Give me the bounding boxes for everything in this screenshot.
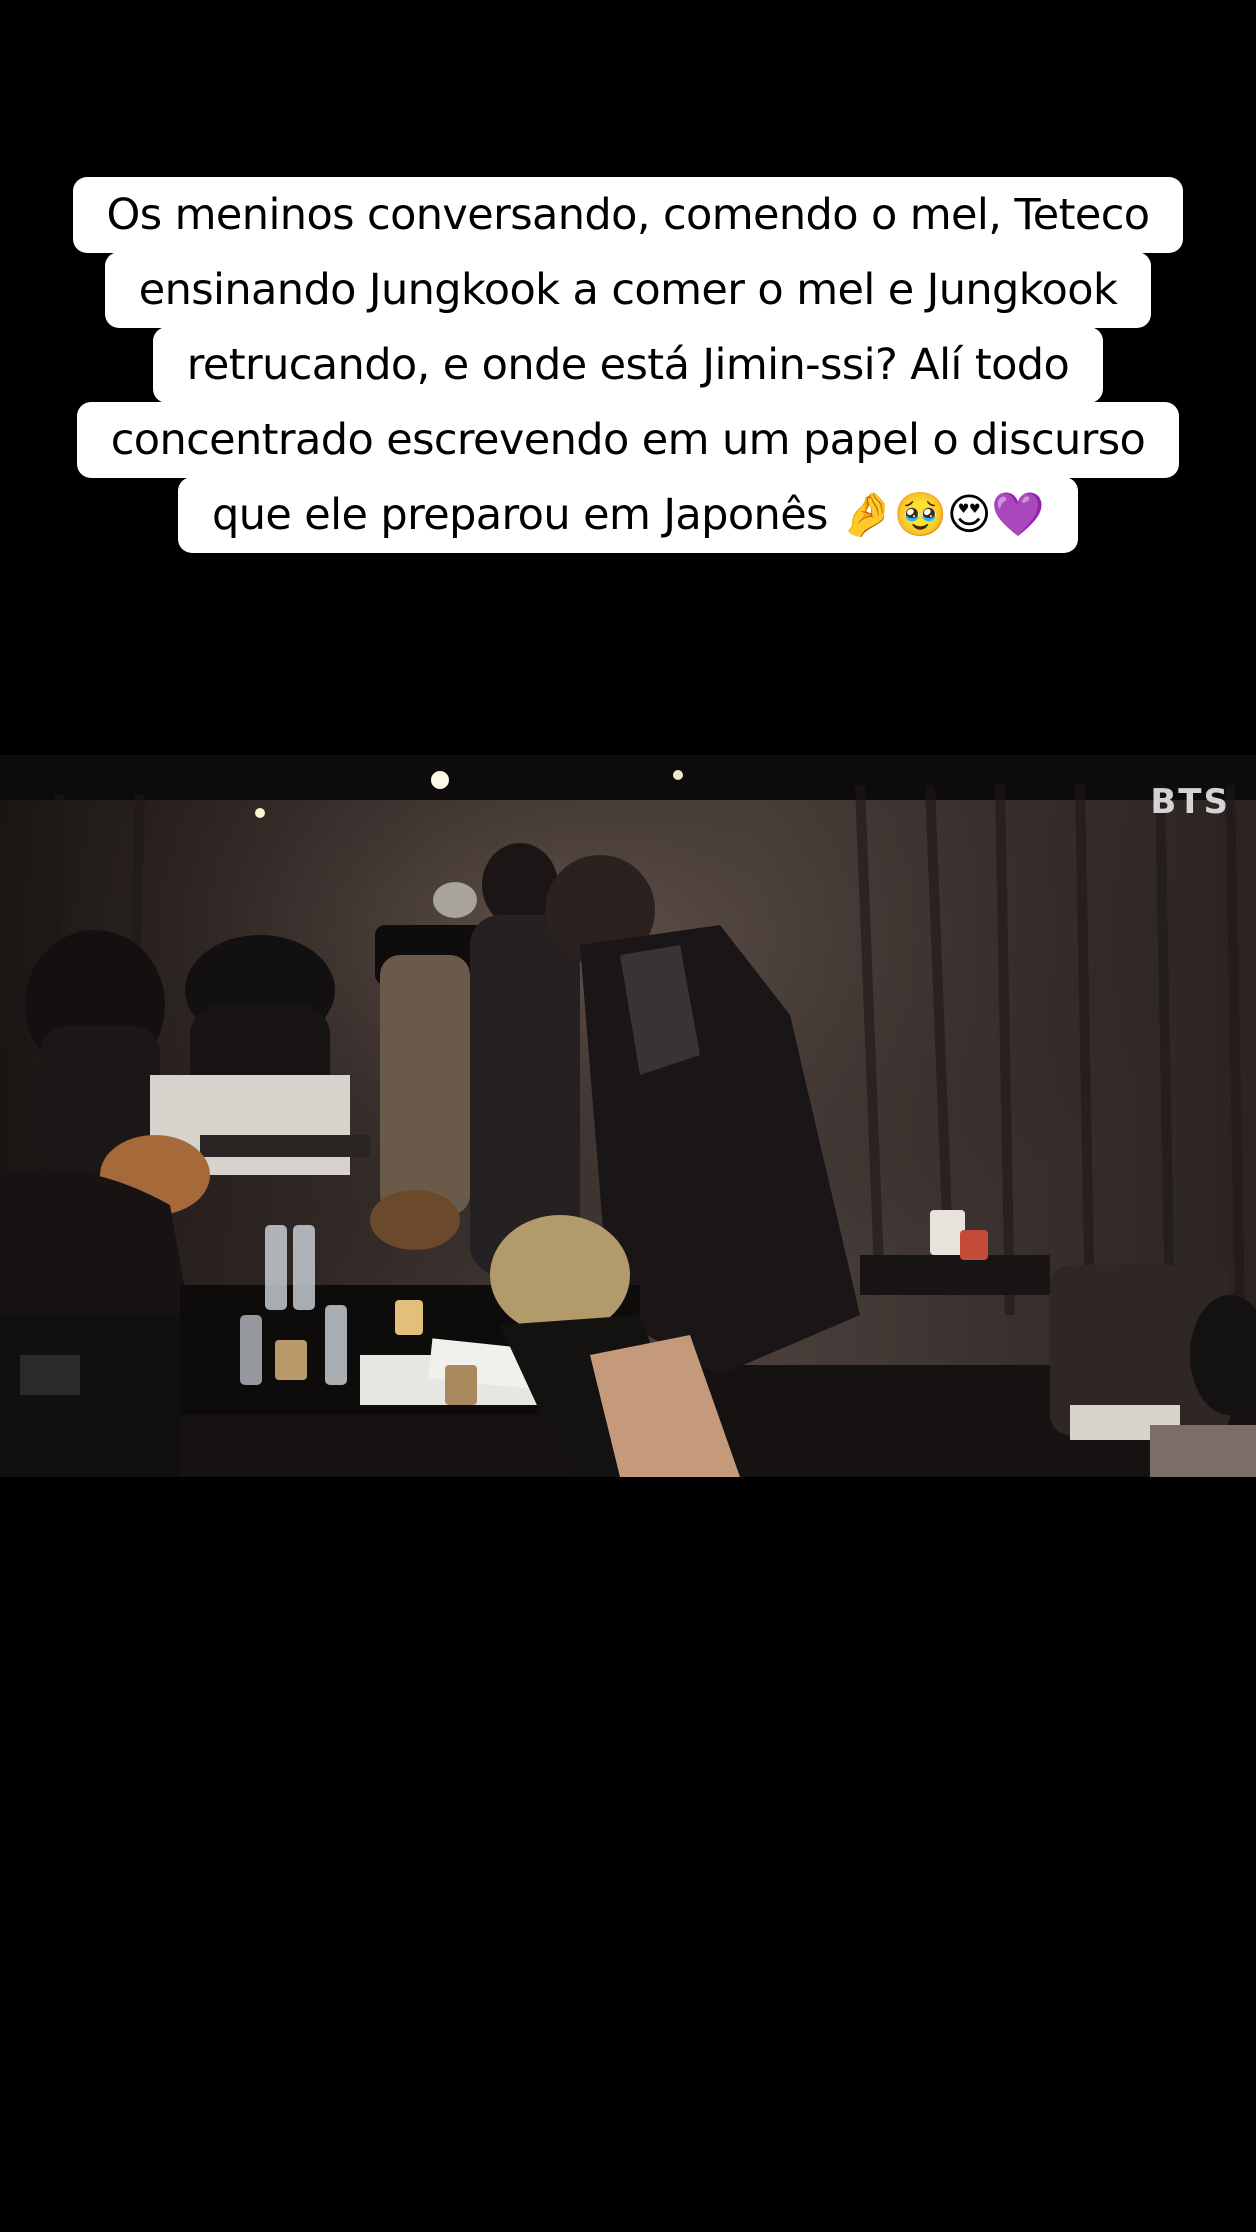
caption-line-2: ensinando Jungkook a comer o mel e Jungk… <box>104 252 1152 328</box>
video-frame[interactable] <box>0 755 1256 1477</box>
caption-line-5: que ele preparou em Japonês 🤌🥹😍💜 <box>178 477 1078 553</box>
video-scene <box>0 755 1256 1477</box>
bts-watermark: BTS <box>1150 782 1230 822</box>
caption-line-3: retrucando, e onde está Jimin-ssi? Alí t… <box>152 327 1104 403</box>
caption-line-1: Os meninos conversando, comendo o mel, T… <box>72 177 1184 253</box>
caption-line-4: concentrado escrevendo em um papel o dis… <box>76 402 1180 478</box>
caption-overlay: Os meninos conversando, comendo o mel, T… <box>0 177 1256 553</box>
